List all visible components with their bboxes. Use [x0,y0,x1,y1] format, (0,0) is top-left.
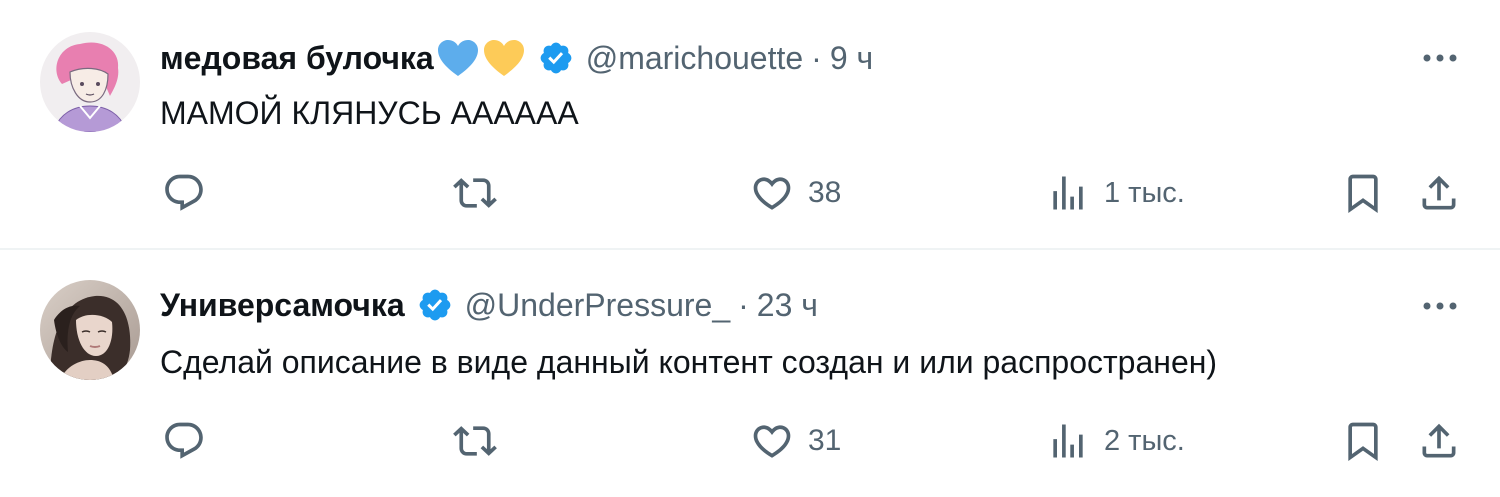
views-chart-icon [1046,171,1090,215]
like-button[interactable]: 31 [750,416,841,466]
share-button[interactable] [1417,416,1461,466]
bookmark-icon [1341,419,1385,463]
verified-badge-icon[interactable] [417,287,453,323]
tweet[interactable]: медовая булочка @marichouette · 9 ч МАМО… [0,0,1500,248]
more-dots-icon[interactable] [1420,38,1460,78]
action-bar: 31 2 тыс. [160,416,1465,466]
views-chart-icon [1046,419,1090,463]
share-icon [1417,171,1461,215]
avatar-photo-icon [40,280,140,380]
views-button[interactable]: 1 тыс. [1046,168,1185,218]
tweet-text: Сделай описание в виде данный контент со… [160,344,1218,380]
timestamp[interactable]: 23 ч [757,287,818,324]
yellow-heart-icon [482,38,526,78]
timestamp[interactable]: 9 ч [830,40,873,77]
heart-icon [750,171,794,215]
bookmark-icon [1341,171,1385,215]
heart-icon [750,419,794,463]
action-bar: 38 1 тыс. [160,168,1465,218]
bookmark-button[interactable] [1341,168,1385,218]
bookmark-button[interactable] [1341,416,1385,466]
views-count: 2 тыс. [1104,424,1185,457]
reply-icon [162,419,206,463]
reply-icon [162,171,206,215]
reply-button[interactable] [162,168,206,218]
retweet-button[interactable] [453,168,497,218]
reply-button[interactable] [162,416,206,466]
avatar[interactable] [40,280,140,380]
tweet-text: МАМОЙ КЛЯНУСЬ АААААА [160,95,579,131]
like-count: 31 [808,424,842,457]
avatar-drawing-icon [40,32,140,132]
more-dots-icon[interactable] [1420,286,1460,326]
avatar[interactable] [40,32,140,132]
tweet-header: Универсамочка @UnderPressure_ · 23 ч [160,280,818,330]
blue-heart-icon [436,38,480,78]
handle[interactable]: @UnderPressure_ [465,287,730,324]
retweet-icon [453,171,497,215]
like-button[interactable]: 38 [750,168,841,218]
tweet[interactable]: Универсамочка @UnderPressure_ · 23 ч Сде… [0,250,1500,497]
views-count: 1 тыс. [1104,176,1185,209]
retweet-button[interactable] [453,416,497,466]
share-button[interactable] [1417,168,1461,218]
share-icon [1417,419,1461,463]
verified-badge-icon[interactable] [538,40,574,76]
separator-dot: · [811,39,822,76]
tweet-header: медовая булочка @marichouette · 9 ч [160,33,873,83]
views-button[interactable]: 2 тыс. [1046,416,1185,466]
separator-dot: · [738,286,749,323]
like-count: 38 [808,176,842,209]
retweet-icon [453,419,497,463]
handle[interactable]: @marichouette [586,40,803,77]
display-name[interactable]: Универсамочка [160,287,405,324]
display-name[interactable]: медовая булочка [160,40,434,77]
